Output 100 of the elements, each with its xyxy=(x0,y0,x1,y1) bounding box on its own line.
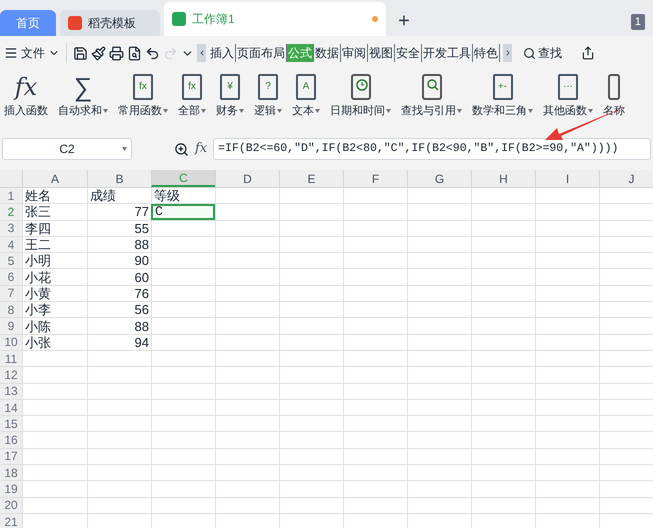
search-book-icon xyxy=(422,74,442,100)
menu-icon xyxy=(4,46,18,60)
ribbon-tool[interactable]: fx 常用函数 xyxy=(118,73,168,118)
file-menu[interactable]: 文件 xyxy=(4,44,60,62)
ribbon-tab[interactable]: 开发工具 xyxy=(422,44,473,62)
ribbon-tool[interactable]: ¥ 财务 xyxy=(216,73,244,118)
share-icon[interactable] xyxy=(581,46,595,60)
cell-text: 王二 xyxy=(25,238,51,252)
column-header[interactable]: F xyxy=(343,170,407,187)
ribbon-tool[interactable]: A 文本 xyxy=(292,73,320,118)
zoom-icon[interactable] xyxy=(174,142,189,156)
ribbon-tab[interactable]: 特色 xyxy=(473,44,500,62)
book-icon: ¥ xyxy=(220,74,240,100)
document-tab[interactable]: 稻壳模板 xyxy=(60,10,160,36)
cell-text: 56 xyxy=(134,303,149,316)
row-header[interactable]: 17 xyxy=(0,448,22,464)
ribbon-tab[interactable]: 插入 xyxy=(209,44,236,62)
row-header[interactable]: 10 xyxy=(0,334,22,350)
cell-text: 成绩 xyxy=(90,189,116,202)
column-header[interactable]: D xyxy=(215,170,279,187)
cell-text: 88 xyxy=(134,320,149,333)
search-button[interactable]: 查找 xyxy=(523,44,562,62)
document-tab[interactable]: 工作簿1 xyxy=(164,2,386,36)
ribbon-tab[interactable]: 视图 xyxy=(368,44,395,62)
scroll-right-button[interactable] xyxy=(503,44,512,62)
row-header[interactable]: 4 xyxy=(0,236,22,252)
print-icon[interactable] xyxy=(109,46,124,60)
row-header[interactable]: 7 xyxy=(0,286,22,302)
cell-text: C xyxy=(155,205,163,218)
ribbon-tool[interactable]: 名称 xyxy=(603,73,625,118)
cell-text: 李四 xyxy=(25,222,51,235)
ribbon-tab[interactable]: 审阅 xyxy=(341,44,368,62)
ribbon-tool[interactable]: fx 全部 xyxy=(178,73,206,118)
column-header[interactable]: H xyxy=(471,170,535,187)
row-header[interactable]: 20 xyxy=(0,498,22,513)
undo-icon[interactable] xyxy=(145,46,160,60)
clock-book-icon xyxy=(350,74,370,100)
row-header[interactable]: 21 xyxy=(0,514,22,528)
row-header[interactable]: 14 xyxy=(0,400,22,416)
ribbon-tool[interactable]: 日期和时间 xyxy=(330,73,391,118)
ribbon-tool[interactable]: ? 逻辑 xyxy=(254,73,282,118)
row-header[interactable]: 18 xyxy=(0,465,22,480)
row-header[interactable]: 11 xyxy=(0,350,22,366)
book-icon: A xyxy=(296,74,316,100)
row-header[interactable]: 3 xyxy=(0,220,22,236)
row-header[interactable]: 12 xyxy=(0,367,22,383)
function-icon: fx xyxy=(14,73,38,101)
row-header[interactable]: 15 xyxy=(0,416,22,432)
format-painter-icon[interactable] xyxy=(91,46,106,60)
book-icon: fx xyxy=(133,74,153,100)
cell-text: 小明 xyxy=(25,254,51,268)
book-icon: fx xyxy=(182,74,202,100)
column-header[interactable]: E xyxy=(279,170,343,187)
column-header[interactable]: I xyxy=(535,170,599,187)
column-header[interactable]: G xyxy=(407,170,471,187)
row-header[interactable]: 5 xyxy=(0,253,22,268)
save-icon[interactable] xyxy=(73,46,88,60)
ribbon-tab[interactable]: 安全 xyxy=(395,44,422,62)
cell-text: 张三 xyxy=(25,205,51,218)
column-header[interactable]: A xyxy=(22,170,87,187)
name-box[interactable]: C2 xyxy=(2,138,132,160)
print-preview-icon[interactable] xyxy=(127,46,142,60)
row-header[interactable]: 13 xyxy=(0,384,22,399)
column-header[interactable]: J xyxy=(599,170,653,187)
row-header[interactable]: 16 xyxy=(0,432,22,448)
cell-text: 77 xyxy=(134,205,149,218)
ribbon-tool[interactable]: +- 数学和三角 xyxy=(472,73,533,118)
cell-text: 姓名 xyxy=(25,189,51,202)
cell-text: 小陈 xyxy=(25,320,51,333)
book-icon: ? xyxy=(258,74,278,100)
new-tab-button[interactable]: + xyxy=(390,6,418,36)
function-button[interactable]: fx xyxy=(195,139,208,159)
cell-text: 小李 xyxy=(25,303,51,316)
cell-text: 94 xyxy=(134,336,149,349)
ribbon-tab[interactable]: 数据 xyxy=(314,44,341,62)
formula-field[interactable]: =IF(B2<=60,"D",IF(B2<80,"C",IF(B2<90,"B",IF(B2>=90,"A")))) xyxy=(213,138,651,160)
cell-text: 等级 xyxy=(154,189,180,202)
row-header[interactable]: 9 xyxy=(0,318,22,334)
caret-icon xyxy=(122,147,127,151)
window-count-badge[interactable]: 1 xyxy=(630,14,645,30)
active-cell[interactable]: C xyxy=(151,204,215,220)
row-header[interactable]: 19 xyxy=(0,481,22,497)
ribbon-tool[interactable]: 查找与引用 xyxy=(401,73,462,118)
book-icon: ··· xyxy=(558,74,578,100)
row-header[interactable]: 8 xyxy=(0,302,22,318)
search-icon xyxy=(523,46,536,60)
cell-text: 76 xyxy=(134,286,149,300)
sum-icon: ∑ xyxy=(74,73,92,101)
flame-logo-icon xyxy=(68,16,82,30)
cell-text: 小黄 xyxy=(25,286,51,300)
ribbon-tool[interactable]: fx 插入函数 xyxy=(4,73,48,118)
cell-text: 55 xyxy=(134,222,149,235)
ribbon-tool[interactable]: ∑ 自动求和 xyxy=(58,73,108,118)
ribbon-tool[interactable]: ··· 其他函数 xyxy=(543,73,593,118)
row-header[interactable]: 6 xyxy=(0,269,22,285)
cell-text: 60 xyxy=(134,270,149,284)
book-icon: +- xyxy=(492,74,512,100)
tab-label: 工作簿1 xyxy=(192,11,236,28)
row-header[interactable]: 1 xyxy=(0,188,22,204)
cell-text: 88 xyxy=(134,238,149,252)
